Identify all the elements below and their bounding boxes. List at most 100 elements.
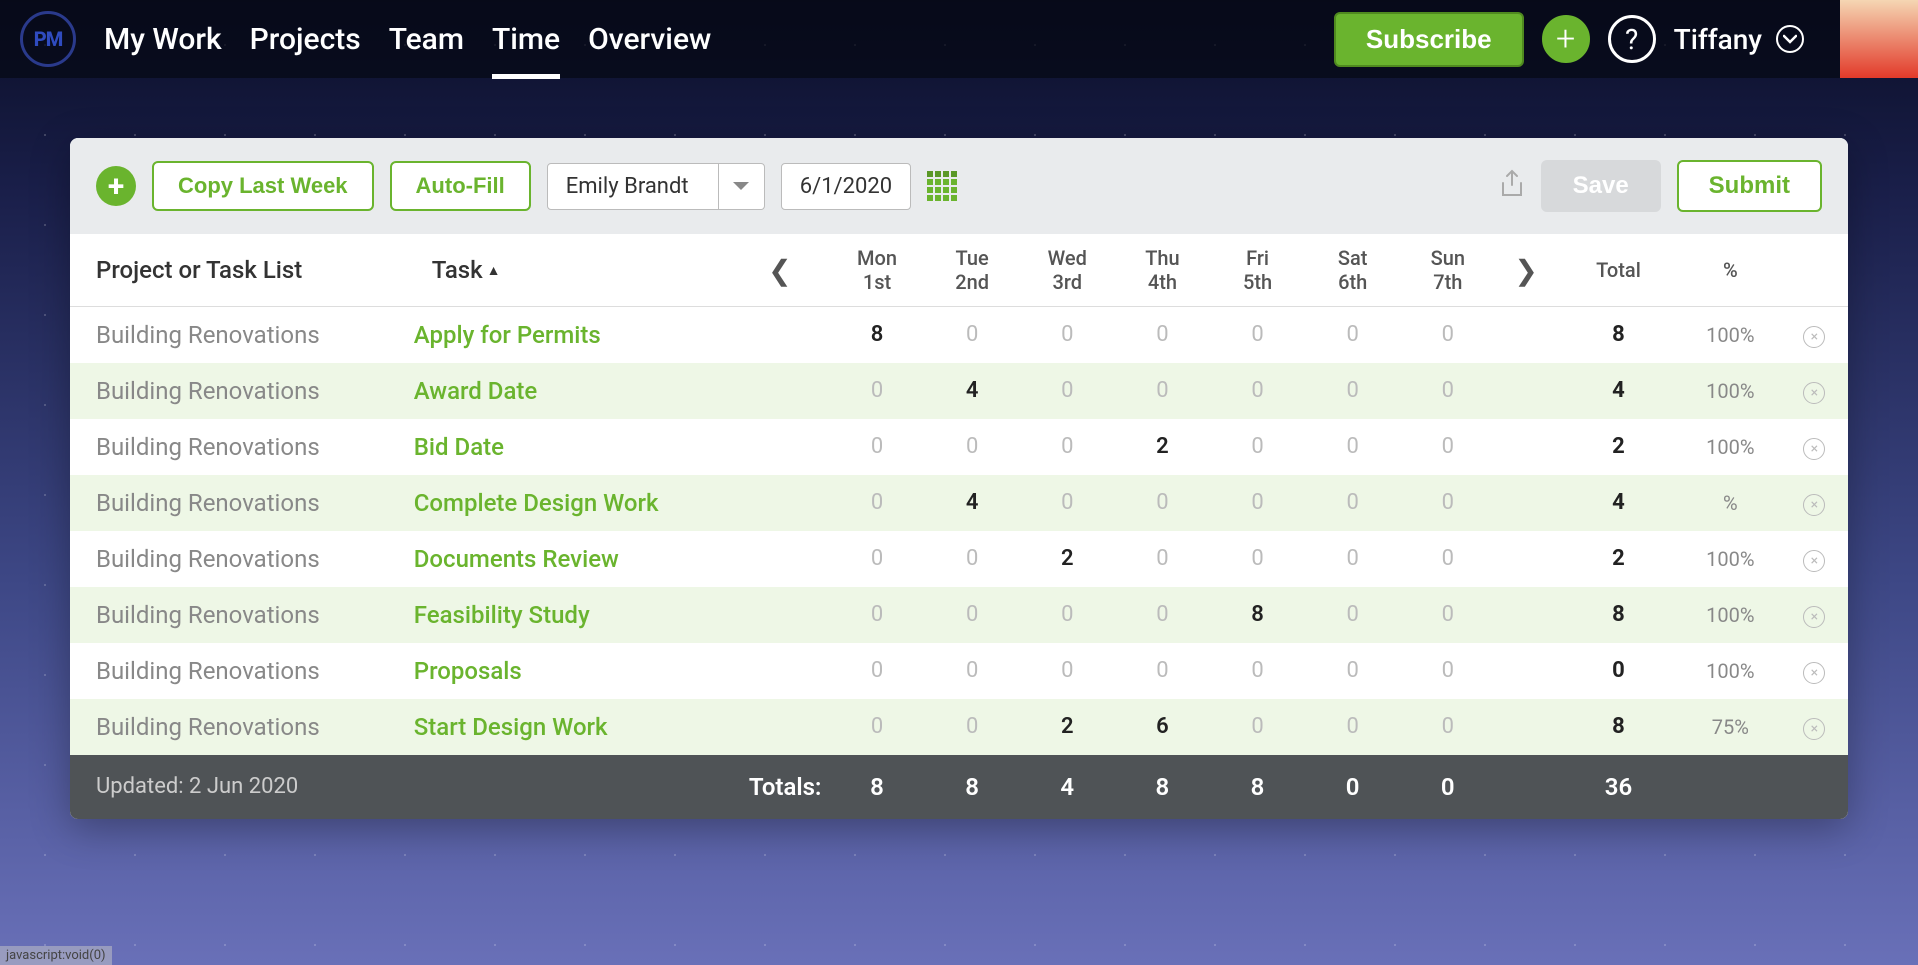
save-button: Save [1541,160,1661,212]
nav-team[interactable]: Team [389,2,464,77]
hours-cell[interactable]: 0 [1210,699,1305,755]
hours-cell[interactable]: 0 [1020,419,1115,475]
hours-cell[interactable]: 0 [1115,475,1210,531]
hours-cell[interactable]: 0 [1020,475,1115,531]
hours-cell[interactable]: 0 [1210,307,1305,363]
hours-cell[interactable]: 0 [1400,531,1495,587]
add-button[interactable]: + [1542,15,1590,63]
hours-cell[interactable]: 0 [1115,307,1210,363]
hours-cell[interactable]: 0 [1305,363,1400,419]
col-pct: % [1680,234,1781,307]
avatar[interactable] [1840,0,1918,78]
hours-cell[interactable]: 0 [829,699,924,755]
delete-row-button[interactable]: × [1803,606,1825,628]
hours-cell[interactable]: 0 [1115,587,1210,643]
hours-cell[interactable]: 0 [1210,643,1305,699]
hours-cell[interactable]: 0 [829,531,924,587]
delete-row-button[interactable]: × [1803,662,1825,684]
hours-cell[interactable]: 0 [925,419,1020,475]
hours-cell[interactable]: 2 [1115,419,1210,475]
task-link[interactable]: Documents Review [406,531,731,587]
delete-row-button[interactable]: × [1803,718,1825,740]
task-link[interactable]: Bid Date [406,419,731,475]
hours-cell[interactable]: 0 [1020,587,1115,643]
person-select[interactable]: Emily Brandt [547,163,765,210]
nav-overview[interactable]: Overview [588,2,711,77]
task-link[interactable]: Feasibility Study [406,587,731,643]
task-link[interactable]: Complete Design Work [406,475,731,531]
hours-cell[interactable]: 0 [1210,363,1305,419]
export-icon[interactable] [1499,169,1525,203]
task-link[interactable]: Start Design Work [406,699,731,755]
subscribe-button[interactable]: Subscribe [1334,12,1524,67]
hours-cell[interactable]: 0 [925,587,1020,643]
hours-cell[interactable]: 0 [1020,307,1115,363]
col-project[interactable]: Project or Task List [70,234,406,307]
hours-cell[interactable]: 2 [1020,699,1115,755]
hours-cell[interactable]: 6 [1115,699,1210,755]
copy-last-week-button[interactable]: Copy Last Week [152,161,374,211]
hours-cell[interactable]: 2 [1020,531,1115,587]
delete-row-button[interactable]: × [1803,550,1825,572]
hours-cell[interactable]: 0 [1210,475,1305,531]
hours-cell[interactable]: 0 [1305,531,1400,587]
hours-cell[interactable]: 0 [925,531,1020,587]
hours-cell[interactable]: 8 [829,307,924,363]
hours-cell[interactable]: 0 [1400,643,1495,699]
delete-row-button[interactable]: × [1803,494,1825,516]
hours-cell[interactable]: 0 [1400,363,1495,419]
cell-pct: 100% [1680,363,1781,419]
hours-cell[interactable]: 0 [1305,587,1400,643]
hours-cell[interactable]: 0 [1115,643,1210,699]
hours-cell[interactable]: 0 [1400,475,1495,531]
delete-row-button[interactable]: × [1803,382,1825,404]
hours-cell[interactable]: 0 [1305,475,1400,531]
task-link[interactable]: Award Date [406,363,731,419]
hours-cell[interactable]: 0 [1020,643,1115,699]
calendar-icon[interactable] [927,171,957,201]
hours-cell[interactable]: 0 [925,307,1020,363]
prev-week-button[interactable]: ❮ [768,254,791,287]
hours-cell[interactable]: 0 [1020,363,1115,419]
submit-button[interactable]: Submit [1677,160,1822,212]
hours-cell[interactable]: 0 [1400,307,1495,363]
hours-cell[interactable]: 0 [1305,643,1400,699]
logo: PM [20,11,76,67]
hours-cell[interactable]: 8 [1210,587,1305,643]
hours-cell[interactable]: 0 [829,643,924,699]
date-input[interactable]: 6/1/2020 [781,163,911,210]
nav-time[interactable]: Time [492,2,560,77]
hours-cell[interactable]: 0 [1115,531,1210,587]
hours-cell[interactable]: 0 [829,363,924,419]
hours-cell[interactable]: 0 [1305,699,1400,755]
task-link[interactable]: Proposals [406,643,731,699]
nav-my-work[interactable]: My Work [104,2,222,77]
person-select-dropdown[interactable] [718,164,764,209]
hours-cell[interactable]: 0 [829,587,924,643]
hours-cell[interactable]: 0 [1400,419,1495,475]
col-task[interactable]: Task▲ [406,234,731,307]
user-menu[interactable]: Tiffany [1674,23,1822,56]
hours-cell[interactable]: 0 [1210,531,1305,587]
hours-cell[interactable]: 0 [1305,307,1400,363]
next-week-button[interactable]: ❯ [1514,254,1537,287]
hours-cell[interactable]: 0 [829,419,924,475]
hours-cell[interactable]: 4 [925,363,1020,419]
delete-row-button[interactable]: × [1803,326,1825,348]
hours-cell[interactable]: 0 [925,643,1020,699]
hours-cell[interactable]: 0 [1400,587,1495,643]
delete-row-button[interactable]: × [1803,438,1825,460]
col-sun: Sun7th [1400,234,1495,307]
auto-fill-button[interactable]: Auto-Fill [390,161,531,211]
add-row-button[interactable]: + [96,166,136,206]
hours-cell[interactable]: 0 [1210,419,1305,475]
hours-cell[interactable]: 0 [829,475,924,531]
help-button[interactable]: ? [1608,15,1656,63]
hours-cell[interactable]: 0 [1115,363,1210,419]
hours-cell[interactable]: 0 [1305,419,1400,475]
nav-projects[interactable]: Projects [250,2,361,77]
hours-cell[interactable]: 4 [925,475,1020,531]
task-link[interactable]: Apply for Permits [406,307,731,363]
hours-cell[interactable]: 0 [925,699,1020,755]
hours-cell[interactable]: 0 [1400,699,1495,755]
